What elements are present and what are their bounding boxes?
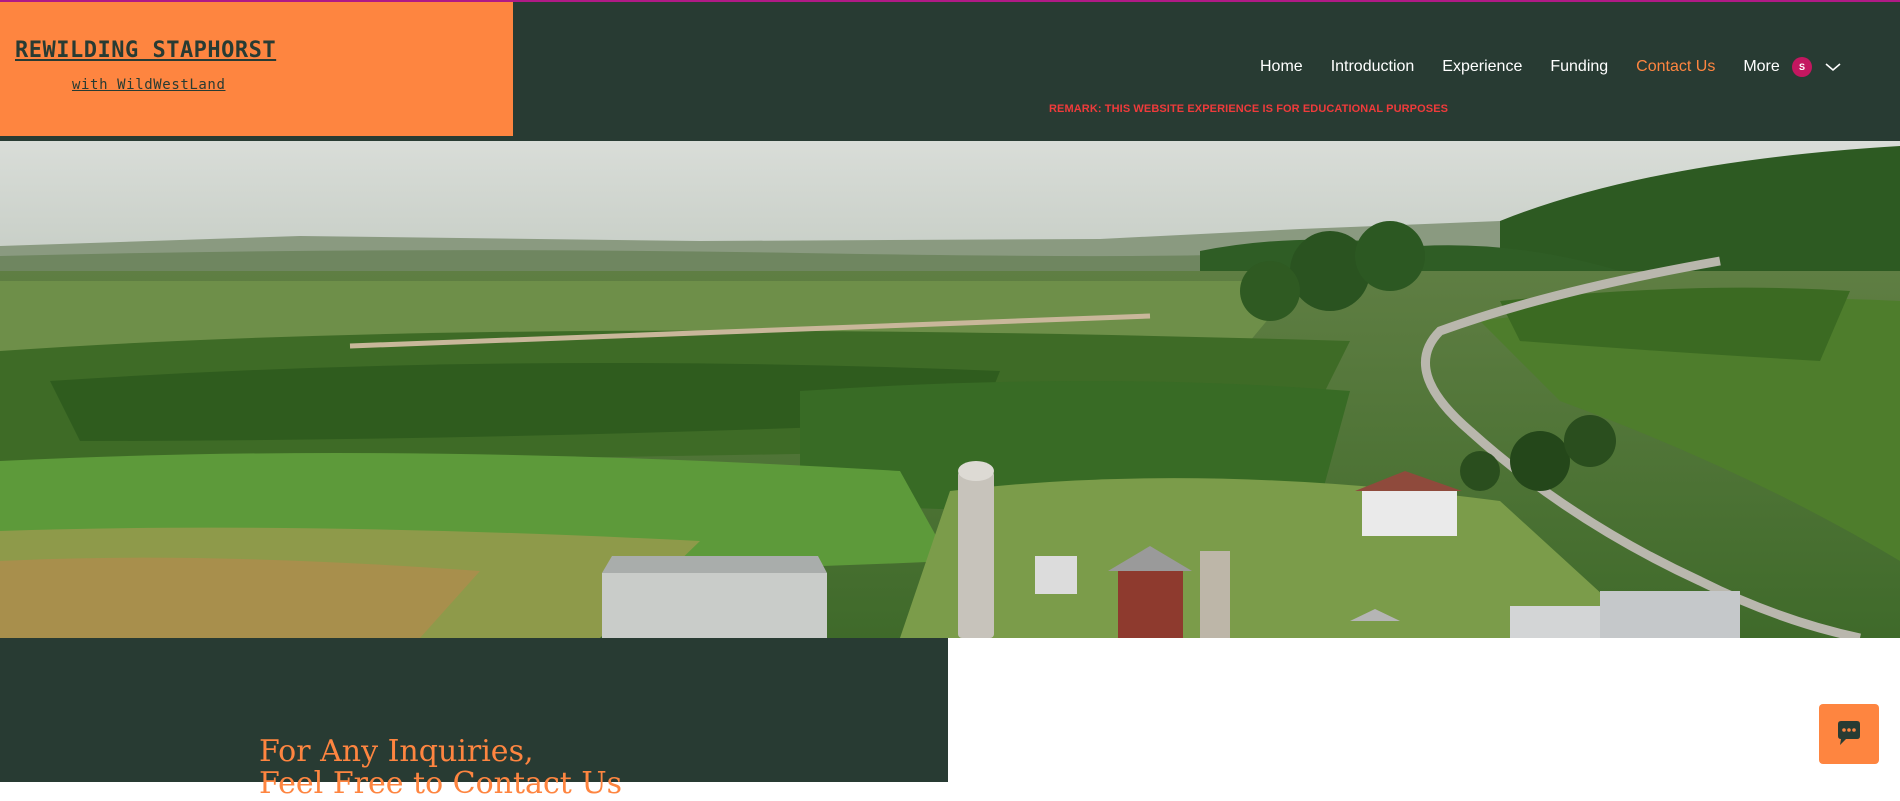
contact-heading-line-1: For Any Inquiries, (259, 734, 534, 769)
contact-form-area (948, 638, 1900, 782)
chevron-down-icon[interactable] (1824, 61, 1842, 73)
site-header: REWILDING STAPHORST with WildWestLand Ho… (0, 2, 1900, 141)
chat-bubble-icon (1838, 721, 1860, 745)
aerial-farmland-photo (0, 141, 1900, 638)
site-title[interactable]: REWILDING STAPHORST (15, 38, 276, 63)
account-menu[interactable]: S (1792, 56, 1842, 78)
avatar[interactable]: S (1792, 57, 1812, 77)
hero-image (0, 141, 1900, 638)
contact-heading-line-2: Feel Free to Contact Us (259, 766, 623, 801)
logo-block[interactable]: REWILDING STAPHORST with WildWestLand (0, 2, 513, 136)
nav-item-more[interactable]: More (1743, 58, 1779, 76)
nav-item-funding[interactable]: Funding (1550, 58, 1608, 76)
nav-item-experience[interactable]: Experience (1442, 58, 1522, 76)
nav-item-contact-us[interactable]: Contact Us (1636, 58, 1715, 76)
nav-item-home[interactable]: Home (1260, 58, 1303, 76)
main-nav: Home Introduction Experience Funding Con… (1260, 54, 1780, 80)
site-subtitle[interactable]: with WildWestLand (72, 77, 226, 93)
nav-item-introduction[interactable]: Introduction (1331, 58, 1415, 76)
chat-button[interactable] (1819, 704, 1879, 764)
remark-notice: REMARK: THIS WEBSITE EXPERIENCE IS FOR E… (1049, 103, 1449, 115)
